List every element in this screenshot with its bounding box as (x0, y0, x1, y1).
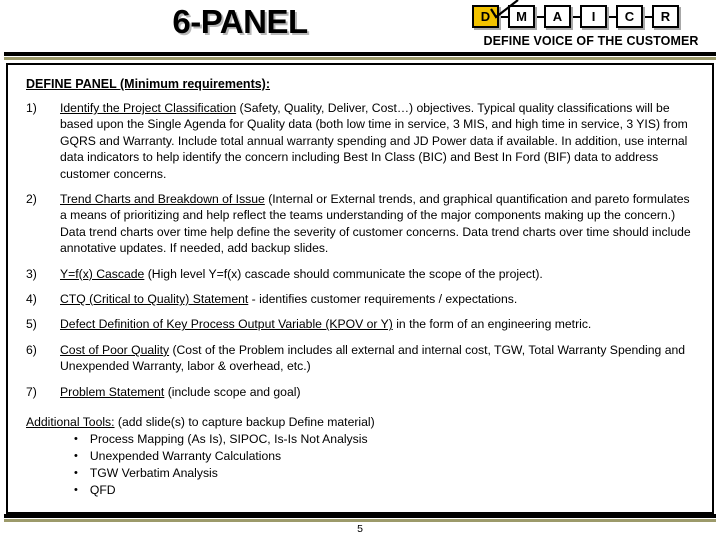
bullet-icon: • (74, 432, 78, 445)
additional-tool-item: • Unexpended Warranty Calculations (26, 448, 704, 465)
requirement-detail: (include scope and goal) (164, 384, 301, 399)
requirement-lead: Problem Statement (60, 384, 165, 399)
requirements-list: 1) Identify the Project Classification (S… (18, 100, 704, 400)
requirement-number: 4) (26, 292, 37, 307)
dmaic-phase-list: DMAICR (472, 5, 679, 28)
additional-tools-heading: Additional Tools: (add slide(s) to captu… (26, 414, 704, 430)
dmaic-connector (643, 15, 652, 18)
additional-tool-item: • TGW Verbatim Analysis (26, 465, 704, 482)
bullet-icon: • (74, 449, 78, 462)
dmaic-phase-label: D (480, 9, 491, 24)
additional-tool-item: • Process Mapping (As Is), SIPOC, Is-Is N… (26, 431, 704, 448)
dmaic-phase-label: M (516, 9, 527, 24)
requirement-detail: - identifies customer requirements / exp… (248, 292, 518, 307)
requirement-item: 6) Cost of Poor Quality (Cost of the Prob… (18, 342, 704, 375)
additional-tools-list: • Process Mapping (As Is), SIPOC, Is-Is N… (26, 431, 704, 499)
content-body: DEFINE PANEL (Minimum requirements): 1) I… (8, 65, 712, 499)
dmaic-connector (607, 15, 616, 18)
additional-tools-label: Additional Tools: (26, 415, 115, 430)
requirement-detail: in the form of an engineering metric. (392, 317, 592, 332)
requirement-number: 6) (26, 342, 37, 357)
requirement-lead: Y=f(x) Cascade (60, 266, 145, 281)
dmaic-phase-c[interactable]: C (616, 5, 643, 28)
requirement-item: 3) Y=f(x) Cascade (High level Y=f(x) casc… (18, 266, 704, 282)
page-number: 5 (357, 523, 363, 535)
bullet-icon: • (74, 466, 78, 479)
dmaic-caption: DEFINE VOICE OF THE CUSTOMER (483, 34, 699, 48)
dmaic-phase-label: C (624, 9, 635, 24)
additional-tool-label: TGW Verbatim Analysis (89, 465, 218, 480)
requirement-lead: Defect Definition of Key Process Output … (60, 317, 393, 332)
requirement-text: Defect Definition of Key Process Output … (60, 316, 704, 332)
divider-top (4, 52, 716, 61)
additional-tools-note: (add slide(s) to capture backup Define m… (114, 415, 375, 430)
bullet-icon: • (74, 483, 78, 496)
requirement-item: 2) Trend Charts and Breakdown of Issue (I… (18, 191, 704, 257)
requirement-text: Cost of Poor Quality (Cost of the Proble… (60, 342, 704, 375)
slide: 6-PANEL D M A I C R DEFINE VOICE OF THE CUSTO… (0, 0, 720, 540)
requirement-lead: Trend Charts and Breakdown of Issue (60, 192, 265, 207)
requirement-item: 1) Identify the Project Classification (S… (18, 100, 704, 182)
requirement-lead: Identify the Project Classification (60, 101, 237, 115)
additional-tools-section: Additional Tools: (add slide(s) to captu… (26, 414, 704, 498)
requirement-lead: Cost of Poor Quality (60, 342, 170, 357)
requirement-number: 1) (26, 101, 37, 115)
dmaic-phase-label: A (552, 9, 563, 24)
requirement-text: Y=f(x) Cascade (High level Y=f(x) cascad… (60, 266, 704, 282)
content-frame: DEFINE PANEL (Minimum requirements): 1) I… (6, 63, 714, 514)
requirement-number: 5) (26, 317, 37, 332)
additional-tool-label: Process Mapping (As Is), SIPOC, Is-Is No… (89, 431, 368, 446)
divider-bottom (4, 514, 716, 523)
requirement-item: 4) CTQ (Critical to Quality) Statement - … (18, 291, 704, 307)
requirement-text: CTQ (Critical to Quality) Statement - id… (60, 291, 704, 307)
dmaic-phase-r[interactable]: R (652, 5, 679, 28)
dmaic-connector (499, 15, 508, 18)
panel-heading: DEFINE PANEL (Minimum requirements): (26, 77, 271, 91)
dmaic-connector (571, 15, 580, 18)
dmaic-phase-label: I (591, 9, 596, 24)
requirement-item: 7) Problem Statement (include scope and g… (18, 384, 704, 400)
requirement-number: 7) (26, 384, 37, 399)
requirement-text: Trend Charts and Breakdown of Issue (Int… (60, 191, 704, 257)
divider-top-fill (4, 56, 716, 61)
additional-tool-label: QFD (89, 482, 116, 497)
additional-tool-item: • QFD (26, 482, 704, 499)
requirement-number: 2) (26, 192, 37, 207)
dmaic-phase-label: R (660, 9, 671, 24)
dmaic-phase-a[interactable]: A (544, 5, 571, 28)
requirement-text: Identify the Project Classification (Saf… (60, 100, 704, 182)
additional-tool-label: Unexpended Warranty Calculations (89, 448, 282, 463)
dmaic-phase-d[interactable]: D (472, 5, 499, 28)
dmaic-phase-m[interactable]: M (508, 5, 535, 28)
requirement-text: Problem Statement (include scope and goa… (60, 384, 704, 400)
requirement-lead: CTQ (Critical to Quality) Statement (60, 292, 249, 307)
dmaic-phase-i[interactable]: I (580, 5, 607, 28)
page-title: 6-PANEL (172, 3, 308, 40)
requirement-number: 3) (26, 266, 37, 281)
slide-header: 6-PANEL D M A I C R DEFINE VOICE OF THE CUSTO… (0, 0, 720, 52)
dmaic-connector (535, 15, 544, 18)
requirement-detail: (High level Y=f(x) cascade should commun… (144, 266, 543, 281)
requirement-item: 5) Defect Definition of Key Process Outpu… (18, 316, 704, 332)
dmaic-roadmap: D M A I C R DEFINE VOICE OF THE CUSTOMER (472, 0, 716, 51)
